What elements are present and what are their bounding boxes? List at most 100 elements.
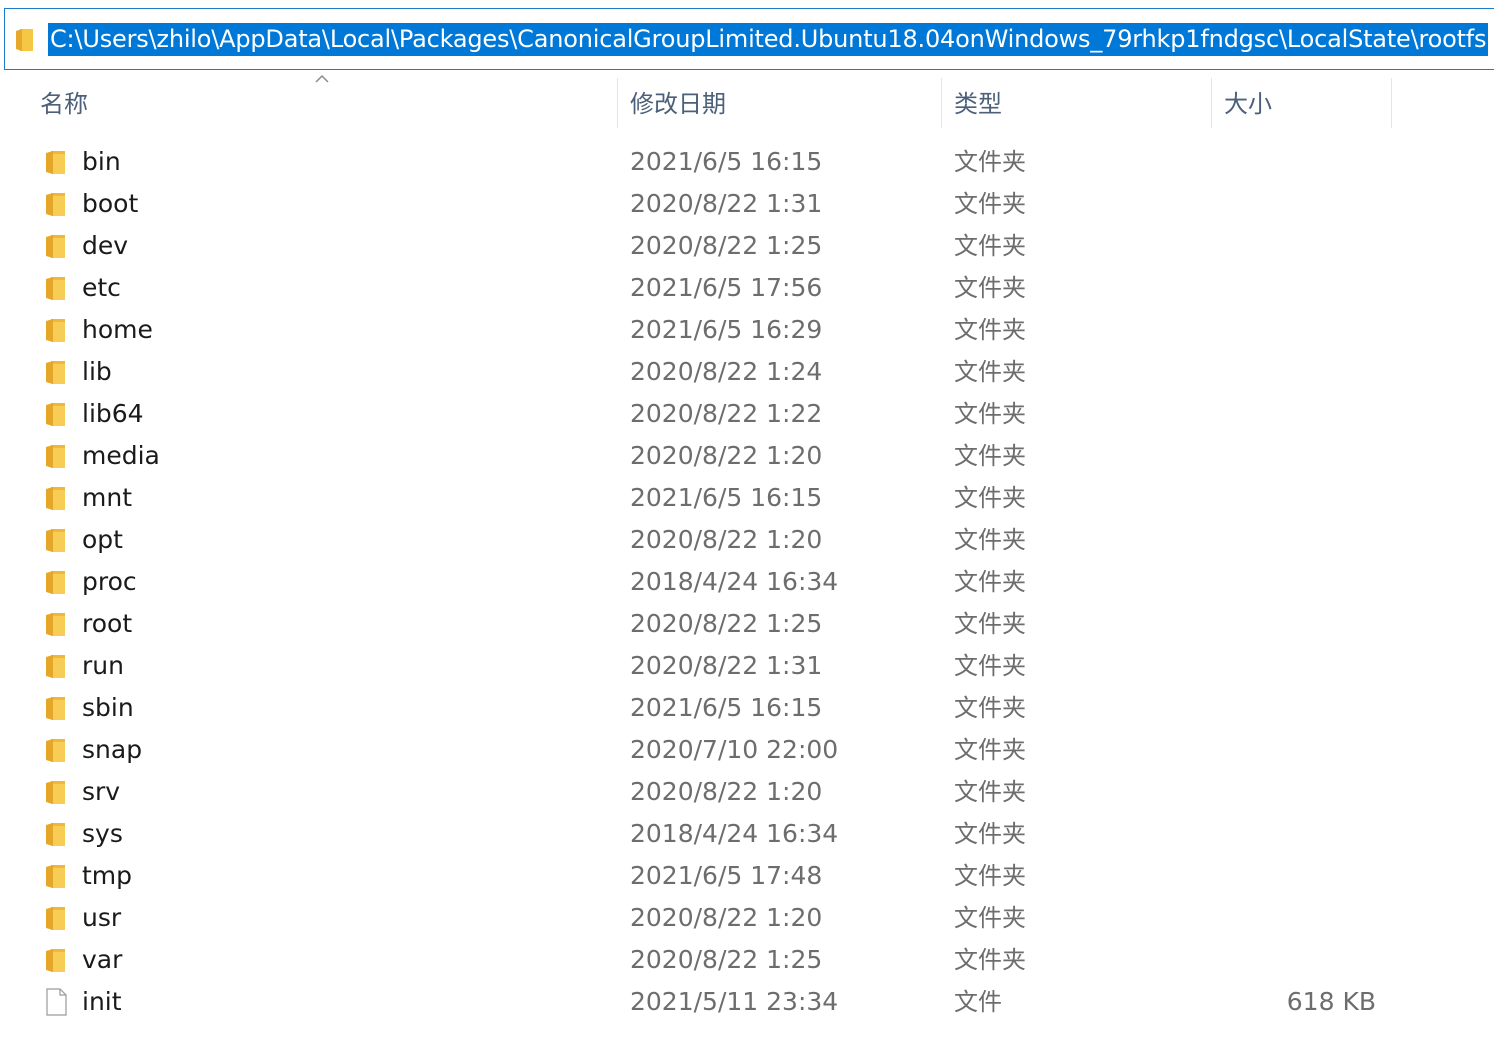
file-row[interactable]: proc 2018/4/24 16:34 文件夹 — [0, 561, 1494, 603]
column-divider[interactable] — [617, 78, 618, 128]
file-name[interactable]: home — [82, 309, 153, 351]
file-size — [1210, 897, 1376, 939]
file-row[interactable]: media 2020/8/22 1:20 文件夹 — [0, 435, 1494, 477]
folder-icon — [45, 316, 67, 344]
file-row[interactable]: var 2020/8/22 1:25 文件夹 — [0, 939, 1494, 981]
file-name[interactable]: proc — [82, 561, 137, 603]
file-name[interactable]: usr — [82, 897, 121, 939]
file-size — [1210, 855, 1376, 897]
file-name[interactable]: mnt — [82, 477, 132, 519]
file-modified-date: 2020/8/22 1:22 — [630, 399, 823, 428]
file-row[interactable]: init 2021/5/11 23:34 文件 618 KB — [0, 981, 1494, 1023]
file-name[interactable]: init — [82, 981, 122, 1023]
file-name[interactable]: sbin — [82, 687, 134, 729]
file-modified-date: 2020/8/22 1:25 — [630, 231, 823, 260]
column-divider[interactable] — [1391, 78, 1392, 128]
file-row[interactable]: sys 2018/4/24 16:34 文件夹 — [0, 813, 1494, 855]
file-modified-date: 2021/6/5 16:29 — [630, 315, 823, 344]
folder-icon — [45, 904, 67, 932]
file-row[interactable]: tmp 2021/6/5 17:48 文件夹 — [0, 855, 1494, 897]
file-row[interactable]: dev 2020/8/22 1:25 文件夹 — [0, 225, 1494, 267]
file-row[interactable]: bin 2021/6/5 16:15 文件夹 — [0, 141, 1494, 183]
file-row[interactable]: lib 2020/8/22 1:24 文件夹 — [0, 351, 1494, 393]
folder-icon — [45, 652, 67, 680]
address-path-input[interactable]: C:\Users\zhilo\AppData\Local\Packages\Ca… — [48, 23, 1489, 56]
column-header-size[interactable]: 大小 — [1224, 86, 1272, 126]
folder-icon — [45, 946, 67, 974]
file-row[interactable]: home 2021/6/5 16:29 文件夹 — [0, 309, 1494, 351]
file-type: 文件夹 — [954, 568, 1026, 596]
file-row[interactable]: opt 2020/8/22 1:20 文件夹 — [0, 519, 1494, 561]
file-type: 文件夹 — [954, 400, 1026, 428]
column-header-modified[interactable]: 修改日期 — [630, 86, 726, 126]
folder-icon — [16, 29, 33, 51]
folder-icon — [45, 190, 67, 218]
file-name[interactable]: media — [82, 435, 160, 477]
file-size — [1210, 939, 1376, 981]
file-size — [1210, 561, 1376, 603]
column-header-name[interactable]: 名称 — [40, 86, 88, 126]
file-type: 文件夹 — [954, 442, 1026, 470]
file-row[interactable]: usr 2020/8/22 1:20 文件夹 — [0, 897, 1494, 939]
file-row[interactable]: run 2020/8/22 1:31 文件夹 — [0, 645, 1494, 687]
file-row[interactable]: boot 2020/8/22 1:31 文件夹 — [0, 183, 1494, 225]
file-modified-date: 2021/6/5 16:15 — [630, 483, 823, 512]
file-name[interactable]: run — [82, 645, 124, 687]
file-type: 文件 — [954, 988, 1002, 1016]
file-type: 文件夹 — [954, 484, 1026, 512]
column-header-type[interactable]: 类型 — [954, 86, 1002, 126]
folder-icon — [45, 232, 67, 260]
file-type: 文件夹 — [954, 526, 1026, 554]
file-size — [1210, 645, 1376, 687]
column-divider[interactable] — [941, 78, 942, 128]
file-name[interactable]: lib — [82, 351, 112, 393]
file-name[interactable]: sys — [82, 813, 123, 855]
file-size — [1210, 225, 1376, 267]
file-name[interactable]: tmp — [82, 855, 132, 897]
file-name[interactable]: root — [82, 603, 132, 645]
file-name[interactable]: srv — [82, 771, 120, 813]
file-size — [1210, 393, 1376, 435]
folder-icon — [45, 358, 67, 386]
file-name[interactable]: bin — [82, 141, 121, 183]
file-modified-date: 2020/8/22 1:20 — [630, 525, 823, 554]
file-size — [1210, 729, 1376, 771]
file-row[interactable]: etc 2021/6/5 17:56 文件夹 — [0, 267, 1494, 309]
file-type: 文件夹 — [954, 316, 1026, 344]
file-row[interactable]: sbin 2021/6/5 16:15 文件夹 — [0, 687, 1494, 729]
file-row[interactable]: root 2020/8/22 1:25 文件夹 — [0, 603, 1494, 645]
file-row[interactable]: lib64 2020/8/22 1:22 文件夹 — [0, 393, 1494, 435]
folder-icon — [45, 694, 67, 722]
file-name[interactable]: lib64 — [82, 393, 144, 435]
file-name[interactable]: dev — [82, 225, 128, 267]
file-type: 文件夹 — [954, 862, 1026, 890]
folder-icon — [45, 778, 67, 806]
folder-icon — [45, 484, 67, 512]
file-modified-date: 2020/8/22 1:20 — [630, 441, 823, 470]
file-modified-date: 2020/8/22 1:25 — [630, 609, 823, 638]
file-type: 文件夹 — [954, 820, 1026, 848]
file-size — [1210, 183, 1376, 225]
file-explorer-window: C:\Users\zhilo\AppData\Local\Packages\Ca… — [0, 0, 1494, 1054]
file-name[interactable]: snap — [82, 729, 142, 771]
file-type: 文件夹 — [954, 148, 1026, 176]
file-row[interactable]: snap 2020/7/10 22:00 文件夹 — [0, 729, 1494, 771]
file-type: 文件夹 — [954, 736, 1026, 764]
file-name[interactable]: boot — [82, 183, 138, 225]
file-size — [1210, 351, 1376, 393]
folder-icon — [45, 274, 67, 302]
file-name[interactable]: etc — [82, 267, 121, 309]
file-name[interactable]: opt — [82, 519, 123, 561]
file-size — [1210, 519, 1376, 561]
file-row[interactable]: mnt 2021/6/5 16:15 文件夹 — [0, 477, 1494, 519]
file-name[interactable]: var — [82, 939, 122, 981]
file-modified-date: 2021/6/5 17:56 — [630, 273, 823, 302]
sort-ascending-icon — [315, 74, 329, 83]
file-modified-date: 2020/8/22 1:31 — [630, 189, 823, 218]
column-divider[interactable] — [1211, 78, 1212, 128]
file-modified-date: 2021/6/5 17:48 — [630, 861, 823, 890]
file-modified-date: 2018/4/24 16:34 — [630, 567, 839, 596]
address-bar[interactable]: C:\Users\zhilo\AppData\Local\Packages\Ca… — [4, 8, 1494, 70]
file-row[interactable]: srv 2020/8/22 1:20 文件夹 — [0, 771, 1494, 813]
file-size: 618 KB — [1286, 987, 1376, 1016]
